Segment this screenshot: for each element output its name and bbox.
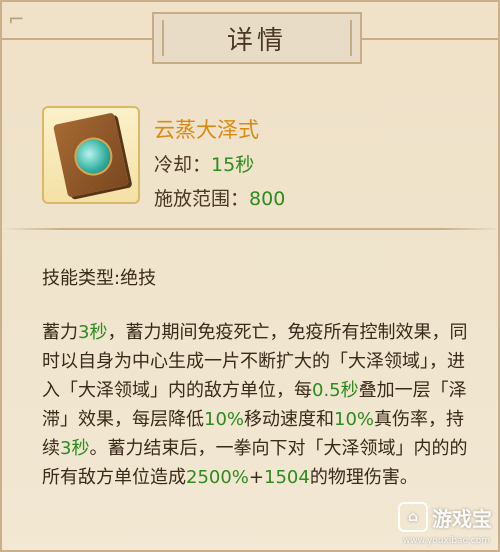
section-divider bbox=[2, 228, 498, 230]
desc-seg: 蓄力 bbox=[42, 322, 78, 343]
skill-book-icon bbox=[42, 106, 140, 204]
header-title: 详情 bbox=[226, 25, 287, 56]
range-label: 施放范围： bbox=[154, 188, 250, 210]
watermark-text: 游戏宝 bbox=[432, 506, 492, 531]
skill-type: 技能类型:绝技 bbox=[42, 268, 157, 289]
cooldown-value: 15秒 bbox=[211, 154, 255, 176]
watermark-url: www.youxibao.com bbox=[402, 536, 490, 546]
desc-seg: 的物理伤害。 bbox=[309, 467, 418, 488]
desc-seg: 移动速度和 bbox=[244, 409, 335, 430]
detail-header: 详情 bbox=[152, 12, 362, 64]
desc-seg-highlight: 3秒 bbox=[60, 438, 90, 459]
corner-ornament-icon: ⌐ bbox=[8, 7, 25, 31]
desc-seg-highlight: 3秒 bbox=[78, 322, 108, 343]
watermark-logo-icon: ⌂ bbox=[398, 502, 428, 532]
skill-detail-panel: ⌐ 详情 云蒸大泽式 冷却：15秒 施放范围：800 技能类型:绝技 蓄力3秒，… bbox=[0, 0, 500, 552]
book-icon bbox=[52, 112, 130, 198]
desc-seg-highlight: 1504 bbox=[264, 467, 310, 488]
desc-seg-highlight: 10% bbox=[334, 409, 375, 430]
range-stat: 施放范围：800 bbox=[154, 184, 285, 211]
cooldown-stat: 冷却：15秒 bbox=[154, 150, 254, 177]
skill-description: 蓄力3秒，蓄力期间免疫死亡，免疫所有控制效果，同时以自身为中心生成一片不断扩大的… bbox=[42, 318, 472, 492]
desc-seg: + bbox=[248, 467, 265, 488]
header-rule-right bbox=[362, 38, 498, 40]
watermark: ⌂ 游戏宝 bbox=[398, 502, 492, 532]
cooldown-label: 冷却： bbox=[154, 154, 212, 176]
desc-seg-highlight: 10% bbox=[204, 409, 245, 430]
gem-icon bbox=[70, 134, 116, 180]
header-rule-left bbox=[2, 38, 152, 40]
skill-name: 云蒸大泽式 bbox=[154, 118, 259, 142]
range-value: 800 bbox=[249, 188, 286, 210]
desc-seg-highlight: 0.5秒 bbox=[312, 380, 359, 401]
desc-seg-highlight: 2500% bbox=[186, 467, 249, 488]
